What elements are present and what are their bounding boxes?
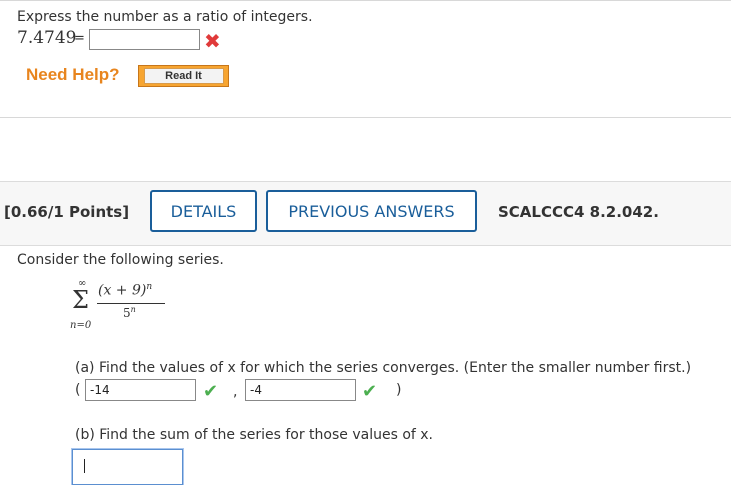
part-a-open-paren: ( — [75, 382, 81, 398]
read-it-label: Read It — [143, 68, 224, 84]
points-label: [0.66/1 Points] — [4, 203, 130, 221]
incorrect-x-icon: ✖ — [204, 29, 221, 53]
details-button-label: DETAILS — [170, 201, 237, 221]
q1-prompt: Express the number as a ratio of integer… — [17, 9, 313, 25]
part-a-input-2[interactable] — [245, 379, 356, 401]
details-button[interactable]: DETAILS — [150, 190, 257, 232]
text-cursor — [84, 459, 85, 473]
previous-answers-button[interactable]: PREVIOUS ANSWERS — [266, 190, 477, 232]
part-a-comma: , — [233, 384, 238, 400]
need-help-label: Need Help? — [26, 65, 120, 84]
part-b-text: (b) Find the sum of the series for those… — [75, 427, 434, 443]
part-a-text: (a) Find the values of x for which the s… — [75, 360, 692, 376]
part-a-input-1[interactable] — [85, 379, 196, 401]
correct-check-icon-2: ✔ — [362, 381, 378, 402]
previous-answers-button-label: PREVIOUS ANSWERS — [288, 201, 455, 221]
series-denominator: 5n — [123, 305, 136, 320]
part-b-answer-input[interactable] — [72, 449, 183, 485]
series-formula: ∞ Σ n=0 (x + 9)n 5n — [70, 278, 180, 336]
top-divider — [0, 0, 731, 1]
sigma-symbol: Σ — [72, 286, 89, 314]
fraction-bar — [97, 303, 165, 304]
correct-check-icon: ✔ — [203, 381, 219, 402]
section-divider — [0, 117, 731, 118]
sum-lower-limit: n=0 — [70, 320, 92, 331]
q1-equals: = — [74, 31, 85, 46]
q2-prompt: Consider the following series. — [17, 252, 224, 268]
read-it-button[interactable]: Read It — [138, 65, 229, 87]
part-a-close-paren: ) — [396, 382, 402, 398]
q1-number: 7.4749 — [17, 28, 77, 48]
q1-answer-input[interactable] — [89, 29, 200, 50]
problem-code: SCALCCC4 8.2.042. — [498, 203, 659, 221]
series-numerator: (x + 9)n — [98, 282, 153, 299]
